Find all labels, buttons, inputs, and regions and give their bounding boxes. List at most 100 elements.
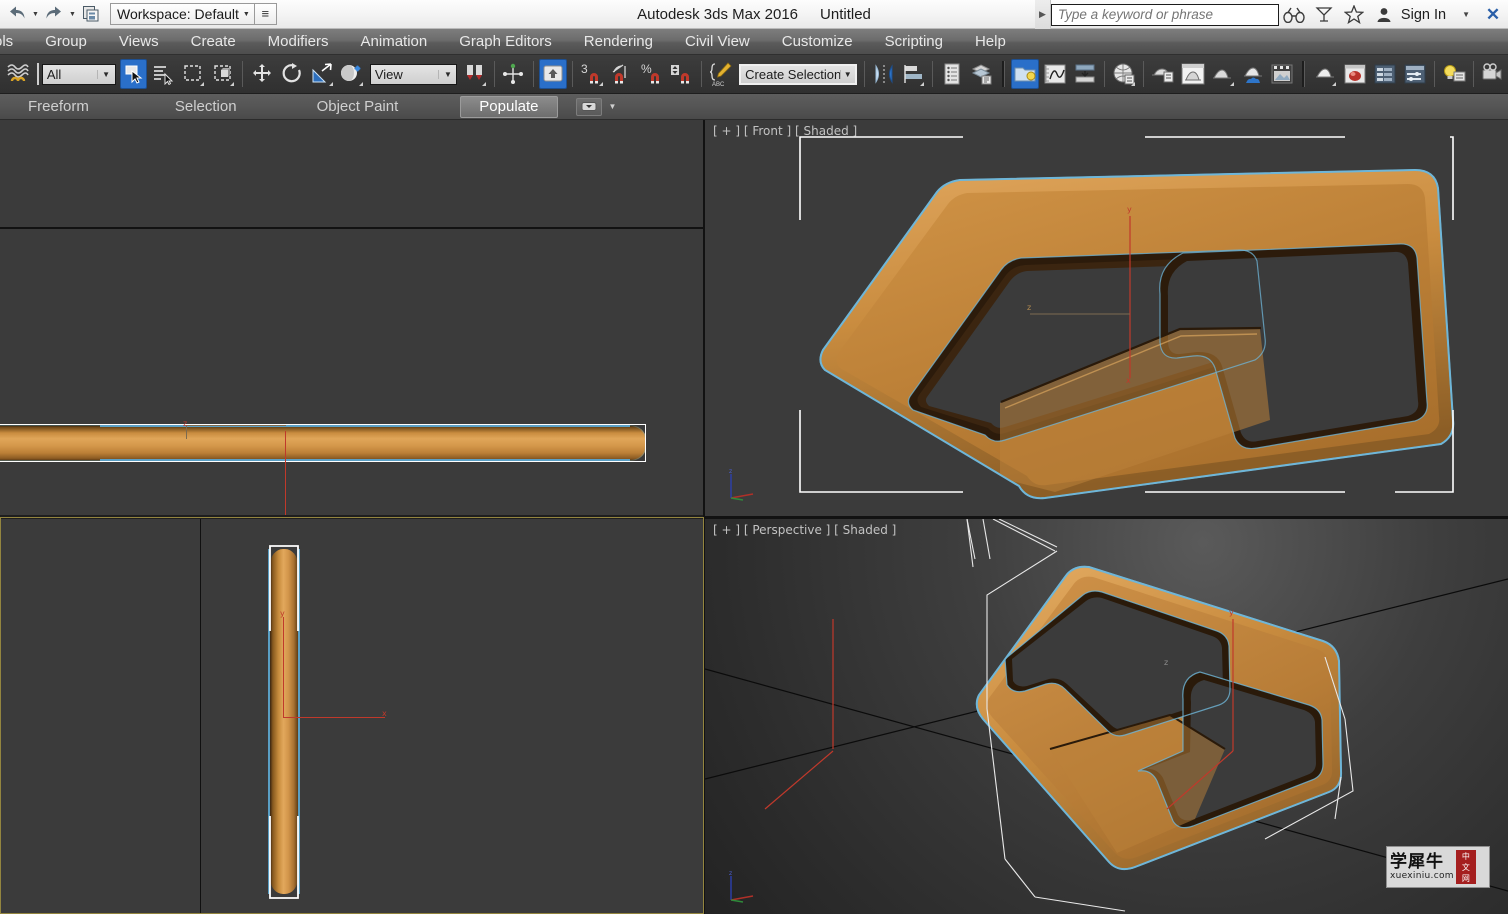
render-production-icon[interactable] <box>1239 59 1267 89</box>
sign-in-button[interactable]: Sign In <box>1399 7 1448 23</box>
svg-text:ABC: ABC <box>712 82 725 87</box>
use-pivot-point-center-icon[interactable] <box>461 59 489 89</box>
chevron-down-icon[interactable]: ▼ <box>1448 10 1480 19</box>
select-object-icon[interactable] <box>119 59 148 89</box>
camera-sequencer-icon[interactable] <box>1479 59 1507 89</box>
redo-dropdown-icon[interactable]: ▼ <box>67 2 78 26</box>
state-sets-icon[interactable] <box>1371 59 1399 89</box>
chevron-right-icon[interactable]: ▶ <box>1034 0 1051 29</box>
window-crossing-icon[interactable] <box>209 59 237 89</box>
search-input[interactable] <box>1057 7 1278 22</box>
binoculars-icon[interactable] <box>1279 0 1309 29</box>
select-and-link-icon[interactable] <box>500 59 528 89</box>
named-selection-sets-icon[interactable] <box>539 59 568 89</box>
reference-coordinate-dropdown[interactable]: View ▼ <box>369 63 458 85</box>
render-preview-icon[interactable] <box>1311 59 1339 89</box>
layer-manager-icon[interactable] <box>968 59 996 89</box>
rendered-frame-window-icon[interactable] <box>1209 59 1237 89</box>
3dsmax-window: ▼ ▼ Workspace: Default ▼ ≡ Autodesk 3ds … <box>0 0 1508 914</box>
redo-icon[interactable] <box>41 2 67 26</box>
chevron-down-icon[interactable]: ▼ <box>609 102 617 111</box>
align-icon[interactable] <box>900 59 928 89</box>
tab-selection[interactable]: Selection <box>157 96 255 118</box>
scene-converter-icon[interactable] <box>1401 59 1429 89</box>
toolbar-divider <box>1103 61 1105 87</box>
menu-item-tools[interactable]: ols <box>0 29 29 54</box>
star-icon[interactable] <box>1339 0 1369 29</box>
viewport-divider-horizontal[interactable] <box>0 227 703 229</box>
menu-item-help[interactable]: Help <box>959 29 1022 54</box>
axis-y-label: y <box>1229 608 1234 617</box>
watermark-badge-line2: 文 <box>1461 863 1470 872</box>
mirror-icon[interactable] <box>870 59 898 89</box>
selection-filter-dropdown[interactable]: All ▼ <box>41 63 116 85</box>
viewport-perspective[interactable]: [ + ] [ Perspective ] [ Shaded ] y z z 学… <box>705 519 1508 914</box>
viewport-divider-horizontal-right[interactable] <box>705 516 1508 519</box>
edit-named-selection-sets-icon[interactable]: ABC <box>707 59 735 89</box>
flyout-corner-icon <box>482 82 487 86</box>
menu-item-rendering[interactable]: Rendering <box>568 29 669 54</box>
viewport-bottom-left[interactable]: y x <box>0 519 703 914</box>
viewport-top-left[interactable] <box>0 120 703 228</box>
satellite-dish-icon[interactable] <box>1309 0 1339 29</box>
tab-freeform[interactable]: Freeform <box>10 96 107 118</box>
workspace-label: Workspace: Default <box>117 6 239 22</box>
toolbar-divider <box>494 61 496 87</box>
viewport-left[interactable]: x z <box>0 229 703 515</box>
material-explorer-icon[interactable] <box>1149 59 1177 89</box>
menu-item-graph-editors[interactable]: Graph Editors <box>443 29 568 54</box>
menu-item-civil-view[interactable]: Civil View <box>669 29 766 54</box>
viewport-label: [ + ] [ Perspective ] [ Shaded ] <box>713 523 897 537</box>
percent-snap-toggle-icon[interactable]: % <box>638 59 666 89</box>
menu-item-modifiers[interactable]: Modifiers <box>252 29 345 54</box>
angle-snap-toggle-icon[interactable] <box>608 59 636 89</box>
tab-populate[interactable]: Populate <box>460 95 558 118</box>
save-icon[interactable] <box>78 2 104 26</box>
render-image-icon[interactable] <box>1268 59 1296 89</box>
select-by-name-icon[interactable] <box>149 59 177 89</box>
axis-x-label: x <box>1126 376 1131 385</box>
menu-item-views[interactable]: Views <box>103 29 175 54</box>
spinner-snap-toggle-icon[interactable] <box>668 59 696 89</box>
flyout-corner-icon <box>920 82 925 86</box>
select-and-rotate-icon[interactable] <box>278 59 306 89</box>
activeshade-icon[interactable] <box>1341 59 1369 89</box>
menu-item-group[interactable]: Group <box>29 29 103 54</box>
curve-snap-icon[interactable] <box>4 59 32 89</box>
viewport-front[interactable]: [ + ] [ Front ] [ Shaded ] y z x z <box>705 120 1508 516</box>
toolbar-divider <box>1434 61 1436 87</box>
selection-set-dropdown[interactable]: Create Selection Se ▼ <box>739 63 857 85</box>
curve-editor-icon[interactable] <box>1041 59 1069 89</box>
workspace-menu-button[interactable]: ≡ <box>254 3 277 25</box>
select-and-uniform-scale-icon[interactable] <box>308 59 336 89</box>
select-and-move-icon[interactable] <box>248 59 276 89</box>
snaps-toggle-3-icon[interactable]: 3 <box>578 59 606 89</box>
close-icon[interactable]: ✕ <box>1480 0 1506 29</box>
material-editor-icon[interactable] <box>1110 59 1138 89</box>
menu-item-customize[interactable]: Customize <box>766 29 869 54</box>
svg-text:z: z <box>729 468 732 475</box>
search-input-wrapper[interactable] <box>1050 3 1279 26</box>
undo-dropdown-icon[interactable]: ▼ <box>30 2 41 26</box>
minimize-ribbon-icon[interactable] <box>575 97 602 116</box>
menu-item-scripting[interactable]: Scripting <box>869 29 959 54</box>
tab-object-paint[interactable]: Object Paint <box>299 96 417 118</box>
reference-coordinate-icon[interactable] <box>338 59 366 89</box>
menu-item-create[interactable]: Create <box>175 29 252 54</box>
workspace-selector[interactable]: Workspace: Default ▼ <box>110 3 255 25</box>
chevron-down-icon: ▼ <box>438 69 456 79</box>
transform-gizmo <box>764 619 834 810</box>
person-icon[interactable] <box>1369 0 1399 29</box>
menu-item-animation[interactable]: Animation <box>345 29 444 54</box>
svg-text:%: % <box>641 62 652 76</box>
render-setup-icon[interactable] <box>1179 59 1207 89</box>
flyout-corner-icon <box>1130 82 1135 86</box>
rectangular-selection-region-icon[interactable] <box>179 59 207 89</box>
light-explorer-icon[interactable] <box>1440 59 1468 89</box>
undo-icon[interactable] <box>4 2 30 26</box>
schematic-view-icon[interactable] <box>1071 59 1099 89</box>
layer-explorer-icon[interactable] <box>938 59 966 89</box>
toggle-ribbon-icon[interactable] <box>1011 59 1040 89</box>
selection-bracket <box>269 545 299 899</box>
watermark-badge: 中 文 网 <box>1455 850 1476 884</box>
